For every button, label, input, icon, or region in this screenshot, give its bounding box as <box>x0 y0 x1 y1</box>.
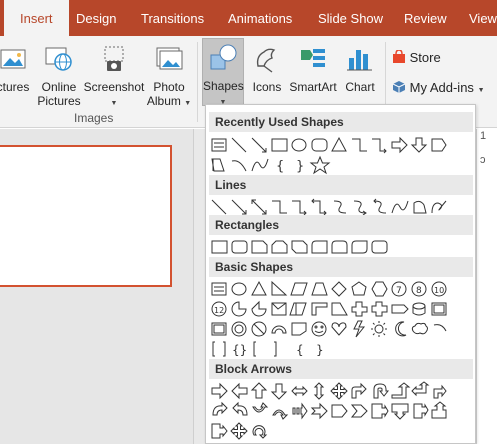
svg-text:{: { <box>276 159 284 174</box>
block-arrows-row-2[interactable] <box>210 401 450 421</box>
svg-text:7: 7 <box>396 286 402 296</box>
group-divider <box>197 42 198 122</box>
svg-text:8: 8 <box>416 286 422 296</box>
category-lines: Lines <box>209 175 473 195</box>
pictures-label: ctures <box>0 80 30 94</box>
chevron-down-icon: ▼ <box>110 100 118 107</box>
category-rectangles: Rectangles <box>209 215 473 235</box>
svg-text:}: } <box>296 159 304 174</box>
screenshot-text: Screenshot <box>83 80 145 94</box>
pictures-icon <box>0 44 28 77</box>
tab-animations[interactable]: Animations <box>228 0 292 36</box>
tab-insert[interactable]: Insert <box>4 0 69 36</box>
screenshot-icon <box>99 44 129 77</box>
basic-shapes-row-3[interactable] <box>210 319 450 339</box>
photo-album-button[interactable]: Photo Album ▼ <box>145 40 193 112</box>
online-pictures-label: Online Pictures <box>36 80 82 108</box>
basic-shapes-row-1[interactable]: 7 8 10 <box>210 279 450 299</box>
svg-text:{}: {} <box>232 343 247 357</box>
ruler-strip <box>193 129 205 444</box>
basic-shapes-row-2[interactable]: 12 <box>210 299 450 319</box>
recent-shapes-row-1[interactable] <box>210 135 450 155</box>
lines-row[interactable] <box>210 197 450 217</box>
online-pictures-line2: Pictures <box>37 94 81 108</box>
slide-thumbnail[interactable] <box>0 145 172 287</box>
rectangles-row[interactable] <box>210 237 450 257</box>
addins-icon <box>392 81 406 93</box>
smartart-label: SmartArt <box>289 80 337 94</box>
category-basic-shapes: Basic Shapes <box>209 257 473 277</box>
svg-text:12: 12 <box>214 306 224 315</box>
globe-icon <box>44 44 74 77</box>
my-addins-label: My Add-ins <box>409 80 474 95</box>
category-block-arrows: Block Arrows <box>209 359 473 379</box>
curve-shape-icon: ↄ <box>480 154 486 166</box>
tab-review[interactable]: Review <box>404 0 447 36</box>
screenshot-label: Screenshot ▼ <box>83 80 145 111</box>
chart-label: Chart <box>345 80 375 94</box>
slide-workspace <box>0 129 193 444</box>
images-group-label: Images <box>74 111 114 125</box>
store-label: Store <box>409 50 441 65</box>
screenshot-button[interactable]: Screenshot ▼ <box>83 40 145 112</box>
online-pictures-button[interactable]: Online Pictures <box>36 40 82 112</box>
my-addins-button[interactable]: My Add-ins ▼ <box>392 80 485 95</box>
tab-view[interactable]: View <box>469 0 497 36</box>
smartart-button[interactable]: SmartArt <box>287 40 339 112</box>
icons-label: Icons <box>252 80 282 94</box>
svg-text:}: } <box>316 343 324 357</box>
photo-album-icon <box>154 44 184 77</box>
shapes-text: Shapes <box>203 79 244 93</box>
tab-slide-show[interactable]: Slide Show <box>318 0 383 36</box>
icons-button[interactable]: Icons <box>247 40 287 112</box>
svg-text:{: { <box>296 343 304 357</box>
ribbon-tab-bar: Insert Design Transitions Animations Sli… <box>0 0 497 36</box>
chart-button[interactable]: Chart <box>340 40 380 112</box>
online-pictures-line1: Online <box>41 80 77 94</box>
photo-album-line2: Album <box>146 94 181 108</box>
store-icon <box>393 49 405 63</box>
chevron-down-icon: ▼ <box>184 100 192 107</box>
basic-shapes-row-4[interactable]: {} { } <box>210 339 450 359</box>
category-recently-used: Recently Used Shapes <box>209 112 473 132</box>
store-button[interactable]: Store <box>392 49 441 65</box>
block-arrows-row-3[interactable] <box>210 421 450 441</box>
tab-transitions[interactable]: Transitions <box>141 0 204 36</box>
pictures-button[interactable]: ctures <box>0 40 34 112</box>
shapes-button[interactable]: Shapes ▼ <box>202 38 244 106</box>
block-arrows-row-1[interactable] <box>210 381 450 401</box>
icons-icon <box>252 44 282 77</box>
smartart-icon <box>298 44 328 77</box>
tab-design[interactable]: Design <box>76 0 116 36</box>
slide-edge-strip <box>476 129 497 444</box>
photo-album-line1: Photo <box>153 80 185 94</box>
ruler-tick-icon: 1 <box>480 130 487 142</box>
chevron-down-icon: ▼ <box>477 87 485 94</box>
svg-text:10: 10 <box>434 286 444 295</box>
photo-album-label: Photo Album ▼ <box>145 80 193 111</box>
recent-shapes-row-2[interactable]: { } <box>210 155 450 175</box>
shapes-gallery-dropdown: Recently Used Shapes { } Lines Rectangle… <box>205 104 476 444</box>
shapes-icon <box>208 43 238 76</box>
chart-icon <box>345 44 375 77</box>
